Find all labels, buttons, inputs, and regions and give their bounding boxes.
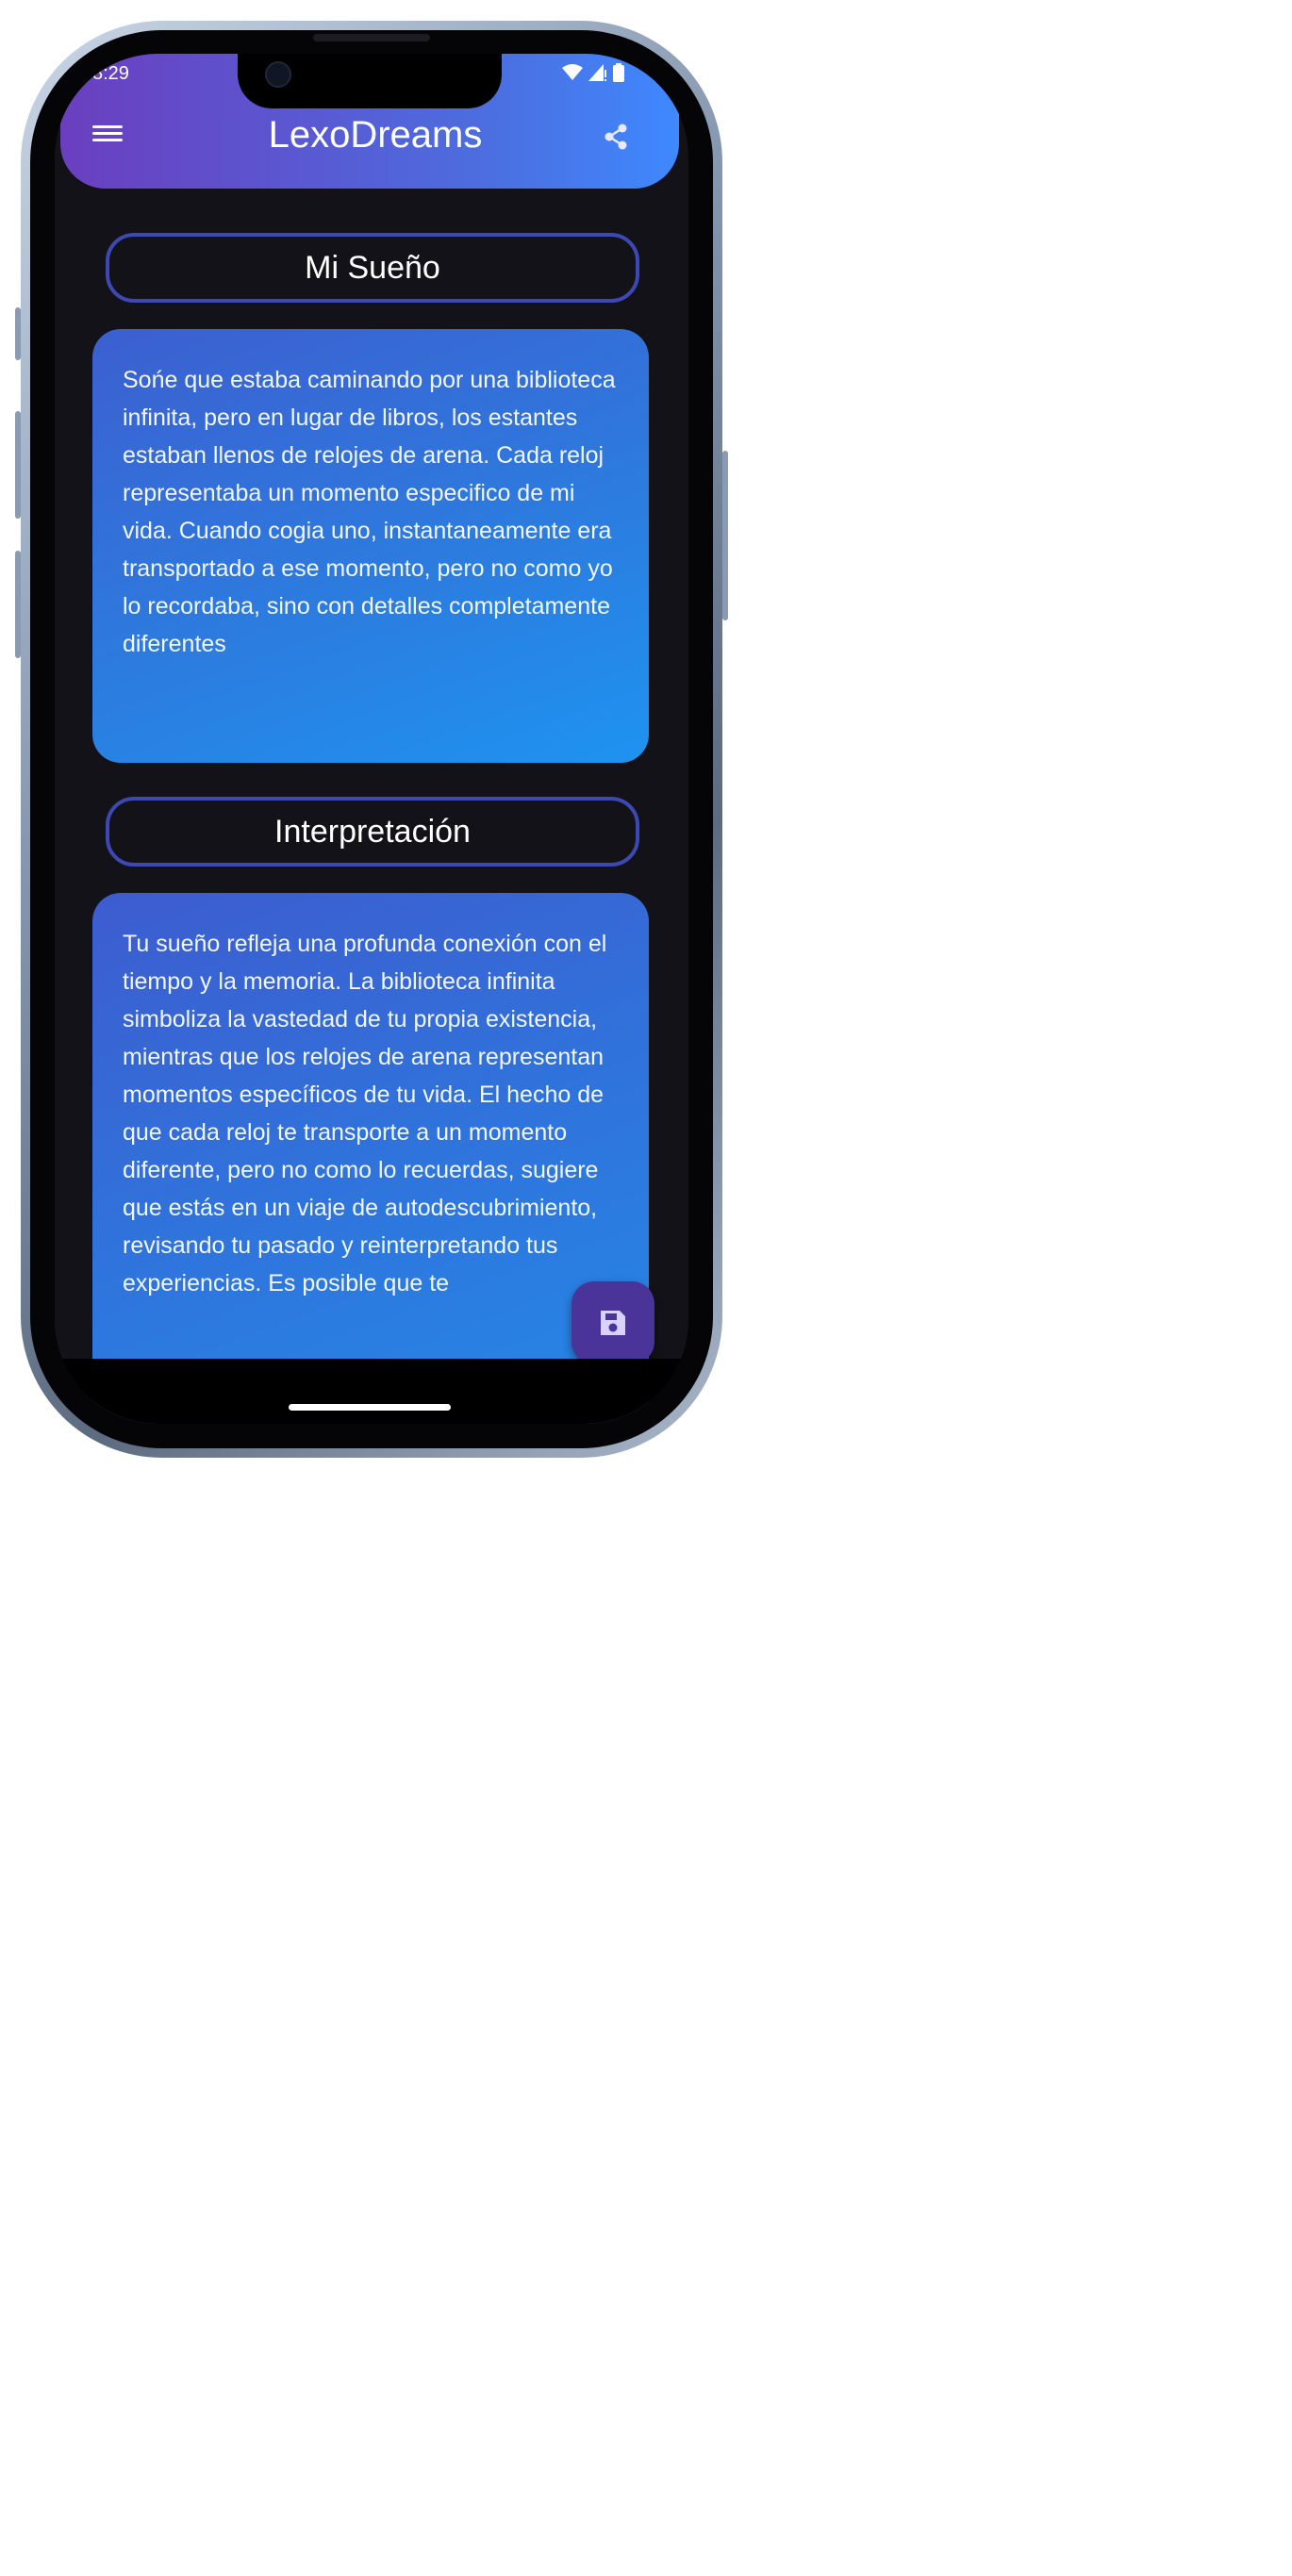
system-nav-bar [55, 1359, 688, 1424]
home-indicator[interactable] [289, 1404, 451, 1411]
earpiece-speaker [313, 34, 430, 41]
app-screen: 8:29 LexoDreams Mi Sueño Sońe que estaba… [55, 54, 688, 1424]
save-icon [601, 1311, 625, 1335]
mute-switch [15, 307, 21, 360]
battery-icon [613, 63, 624, 82]
volume-up-button [15, 411, 21, 519]
interpretation-text-card: Tu sueño refleja una profunda conexión c… [92, 893, 649, 1424]
dream-heading: Mi Sueño [106, 233, 639, 303]
signal-icon [588, 64, 606, 81]
status-icons [562, 63, 624, 82]
power-button [722, 451, 728, 620]
volume-down-button [15, 551, 21, 658]
status-time: 8:29 [92, 63, 129, 84]
share-icon [605, 124, 627, 150]
front-camera [265, 61, 291, 88]
app-title: LexoDreams [268, 114, 483, 156]
dream-text-card: Sońe que estaba caminando por una biblio… [92, 329, 649, 763]
save-button[interactable] [571, 1281, 654, 1364]
share-button[interactable] [604, 124, 628, 155]
interpretation-heading: Interpretación [106, 797, 639, 867]
wifi-icon [562, 64, 583, 80]
